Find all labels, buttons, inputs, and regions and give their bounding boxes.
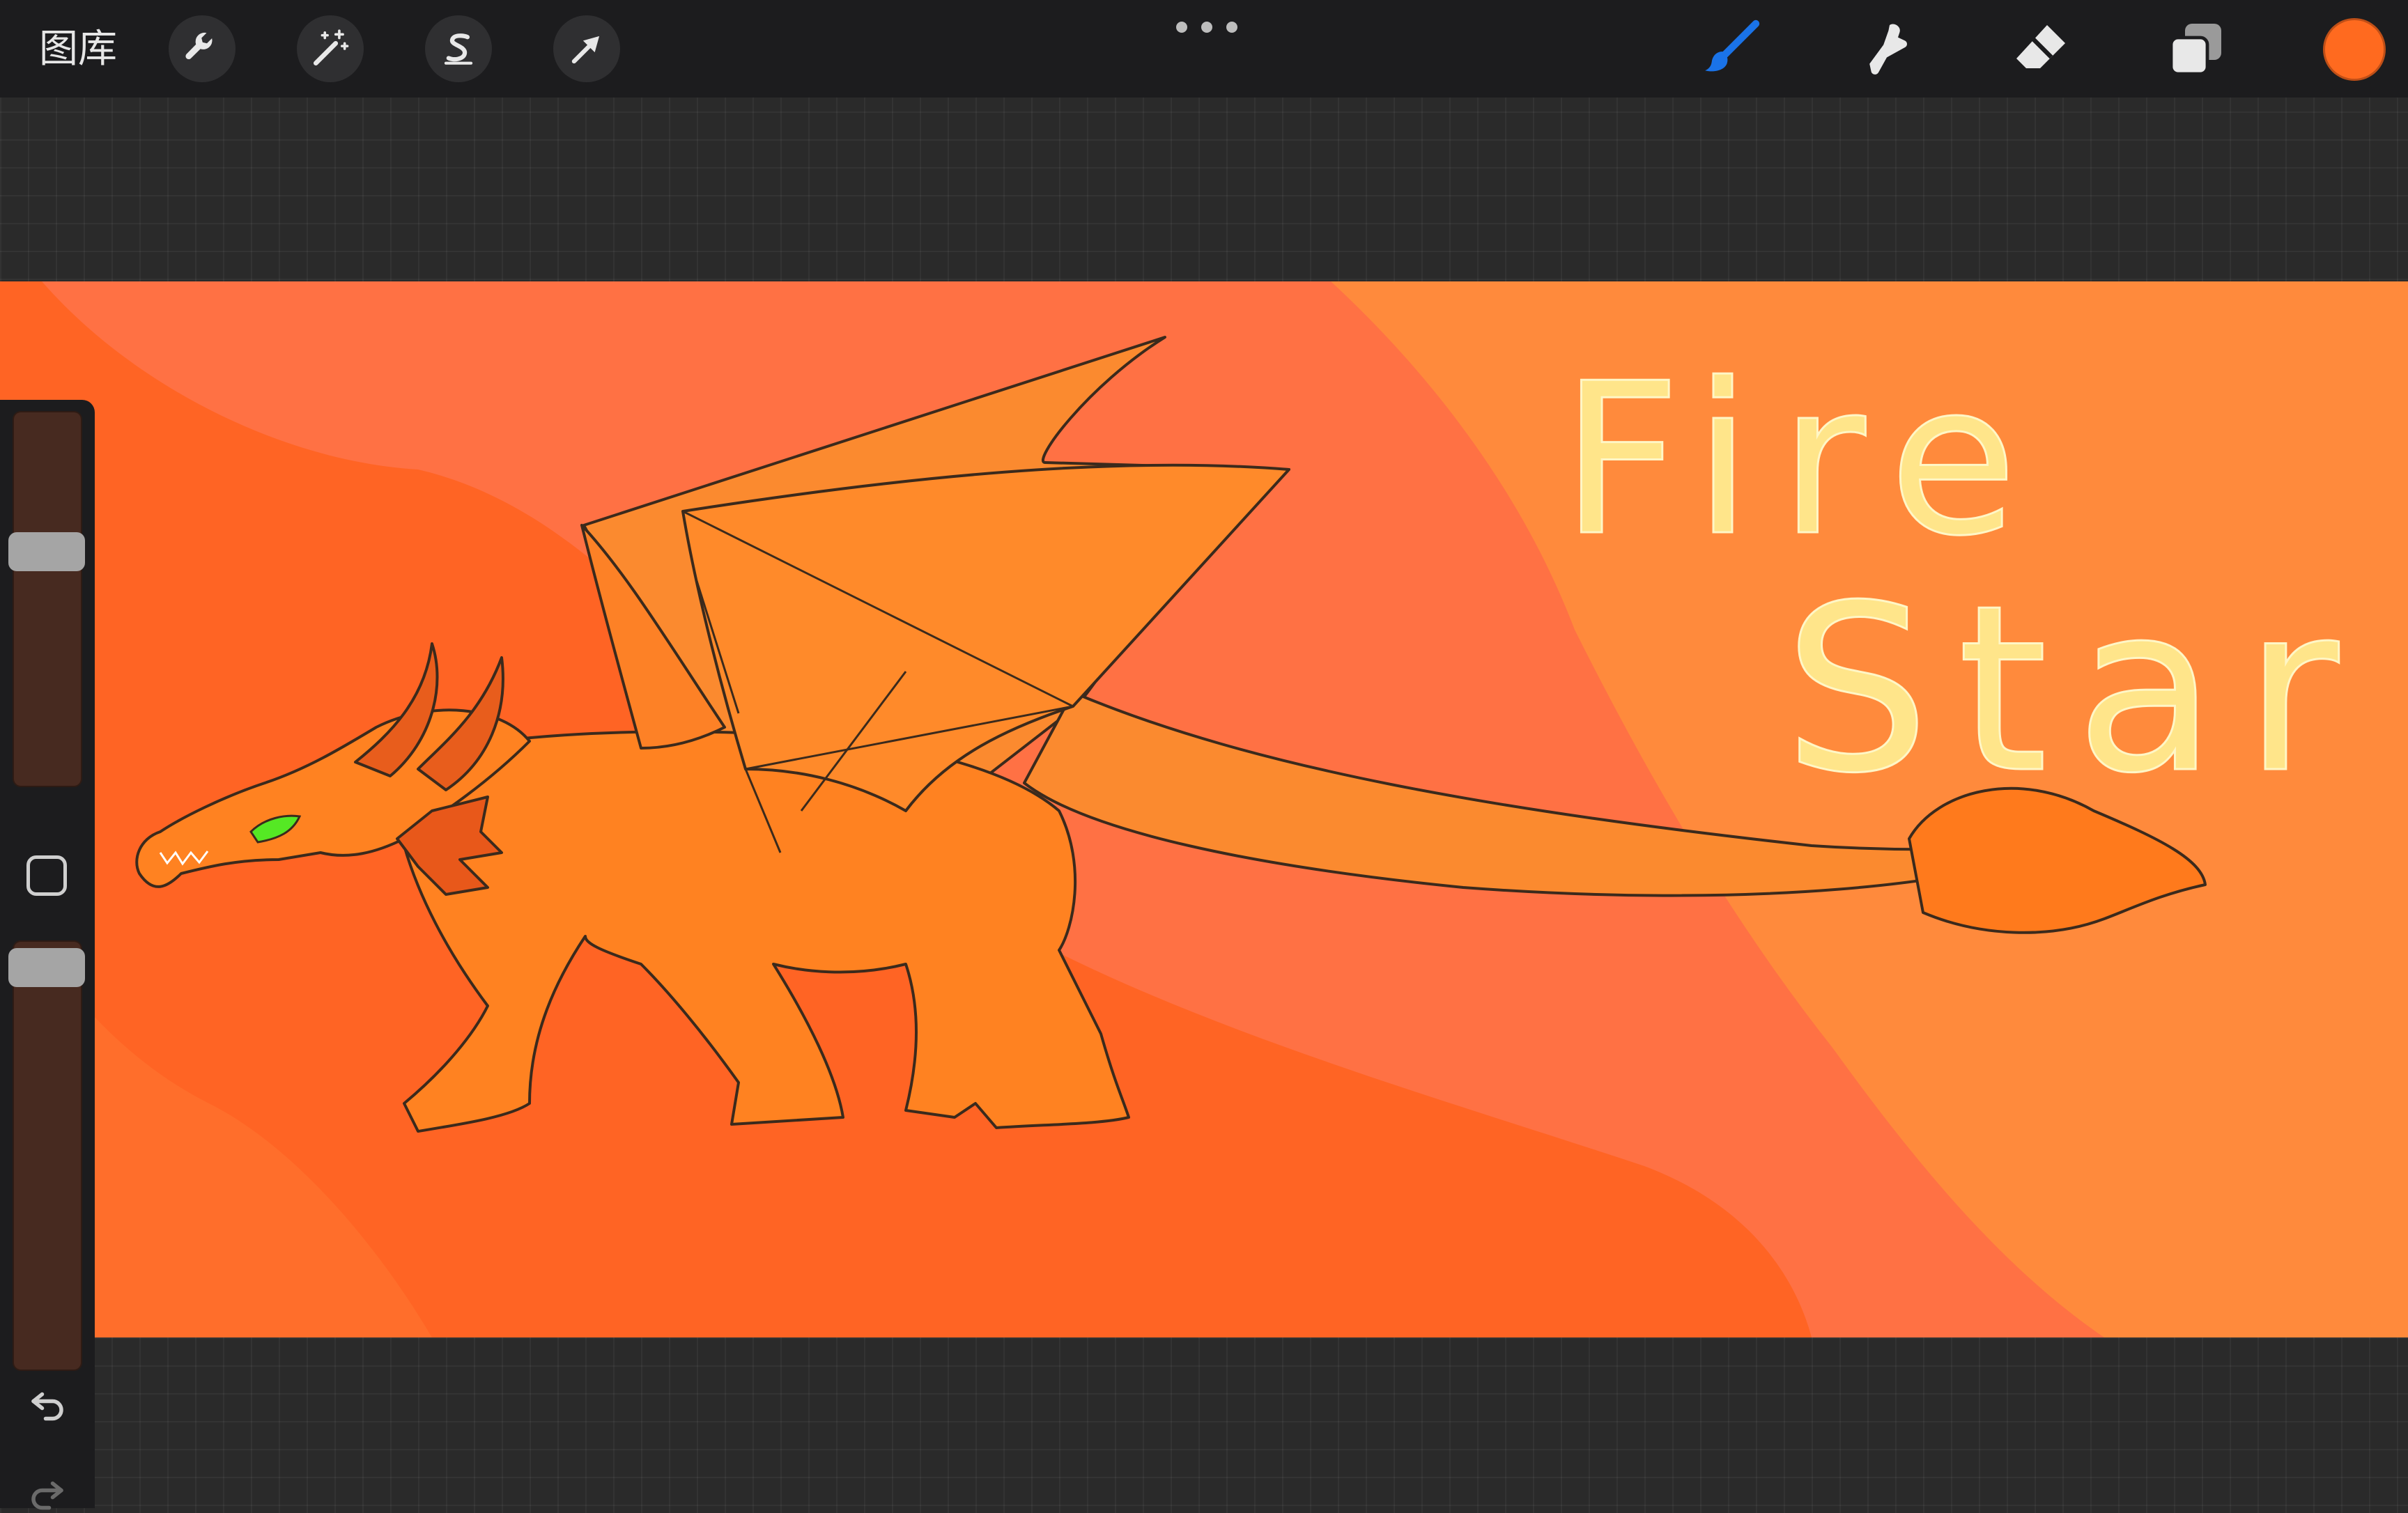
opacity-thumb[interactable] — [8, 948, 85, 988]
selection-s-icon — [444, 33, 473, 65]
undo-arrow-icon[interactable] — [21, 1382, 74, 1424]
brush-size-slider[interactable] — [13, 411, 82, 787]
dragon-artwork: Fire Star — [0, 281, 2408, 1337]
modify-button[interactable] — [26, 855, 67, 896]
opacity-slider[interactable] — [13, 940, 82, 1371]
arrow-cursor-icon — [571, 36, 600, 64]
color-picker-swatch[interactable] — [2323, 18, 2386, 81]
brush-size-thumb[interactable] — [8, 532, 85, 572]
layers-icon — [2169, 24, 2221, 76]
transform-button[interactable] — [553, 15, 620, 82]
eraser-icon — [2016, 25, 2065, 68]
magic-wand-icon — [313, 29, 349, 66]
brush-icon — [1705, 20, 1760, 72]
actions-button[interactable] — [169, 15, 236, 82]
gallery-button[interactable]: 图库 — [39, 25, 117, 74]
smudge-button[interactable] — [1849, 13, 1922, 85]
adjustments-button[interactable] — [297, 15, 364, 82]
artwork-title-line2: Star — [1784, 556, 2367, 823]
left-sidebar — [0, 400, 95, 1510]
selection-button[interactable] — [425, 15, 492, 82]
wrench-icon — [185, 32, 213, 60]
eraser-button[interactable] — [2004, 13, 2076, 85]
smudge-icon — [1869, 24, 1907, 75]
top-toolbar: 图库 — [0, 0, 2408, 98]
artwork-title-line1: Fire — [1561, 339, 2045, 582]
layers-button[interactable] — [2160, 13, 2232, 85]
brush-button[interactable] — [1695, 13, 1767, 85]
drawing-canvas[interactable]: Fire Star — [0, 281, 2408, 1337]
more-dots-icon[interactable] — [1171, 17, 1243, 38]
redo-arrow-icon[interactable] — [21, 1471, 74, 1513]
